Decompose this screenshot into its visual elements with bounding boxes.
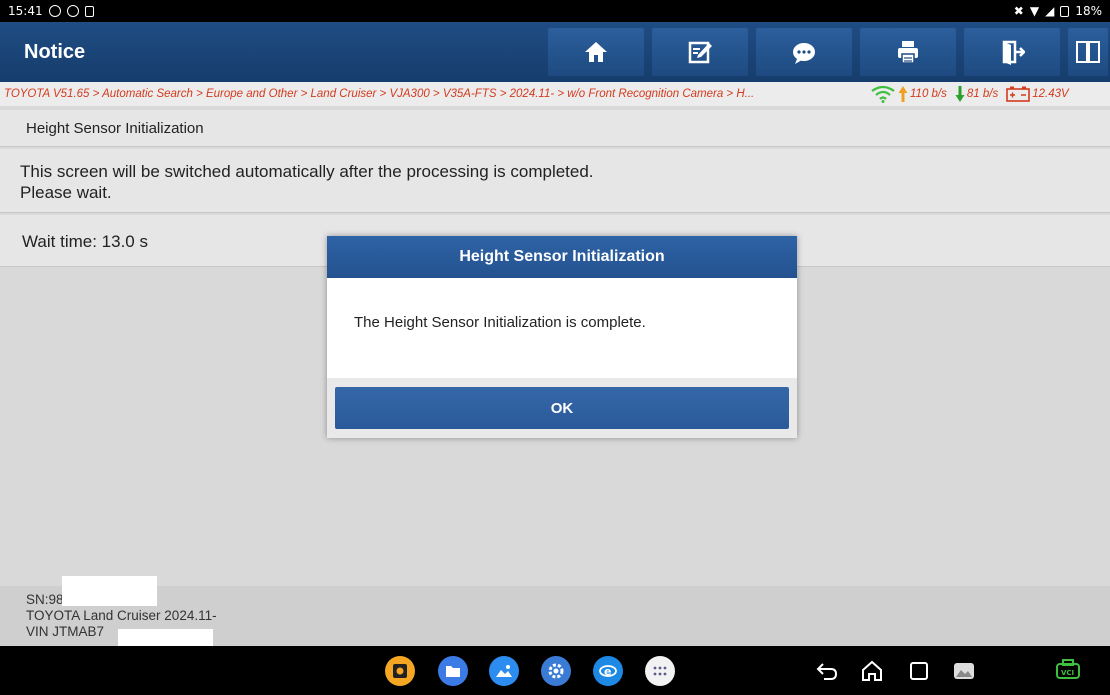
app-grid-icon xyxy=(653,666,667,676)
wifi-icon: ▼ xyxy=(1029,4,1040,18)
signal-icon: ◢ xyxy=(1045,4,1055,18)
home-nav-button[interactable] xyxy=(859,658,885,684)
mute-icon: ✖ xyxy=(1013,4,1024,18)
wifi-icon xyxy=(871,85,895,103)
system-status-bar: 15:41 ✖ ▼ ◢ 18% xyxy=(0,0,1110,22)
dialog-footer: OK xyxy=(327,378,797,438)
screenshot-icon xyxy=(954,663,974,679)
download-rate: 81 b/s xyxy=(966,88,999,100)
battery-icon xyxy=(1060,5,1070,17)
battery-voltage-icon xyxy=(1006,86,1031,102)
edit-button[interactable] xyxy=(652,28,748,76)
launcher-app-icon[interactable] xyxy=(385,656,415,686)
home-icon xyxy=(585,42,607,62)
settings-status-icon xyxy=(66,5,79,17)
gallery-app-icon[interactable] xyxy=(489,656,519,686)
screenshot-button[interactable] xyxy=(951,658,977,684)
back-button[interactable] xyxy=(814,658,840,684)
browser-app-icon[interactable]: e xyxy=(593,656,623,686)
page-title: Notice xyxy=(24,40,86,63)
app-header: Notice xyxy=(0,22,1110,82)
split-view-button[interactable] xyxy=(1068,28,1108,76)
gear-icon xyxy=(548,663,564,679)
recents-button[interactable] xyxy=(906,658,932,684)
vci-button[interactable]: VCI xyxy=(1055,658,1081,684)
message-line-2: Please wait. xyxy=(20,183,112,202)
folder-icon xyxy=(446,666,460,677)
exit-button[interactable] xyxy=(964,28,1060,76)
exit-icon xyxy=(1002,40,1025,65)
battery-level: 18% xyxy=(1075,4,1102,18)
image-icon xyxy=(496,665,512,677)
files-app-icon[interactable] xyxy=(438,656,468,686)
sim-icon xyxy=(84,5,94,17)
edit-icon xyxy=(688,41,712,64)
ok-button[interactable]: OK xyxy=(335,387,789,429)
split-icon xyxy=(1076,41,1100,63)
notification-icon xyxy=(48,5,61,17)
breadcrumb-path: TOYOTA V51.65 > Automatic Search > Europ… xyxy=(4,88,755,100)
print-icon xyxy=(898,41,918,64)
back-icon xyxy=(816,663,838,680)
vehicle-model: TOYOTA Land Cruiser 2024.11- xyxy=(26,608,217,623)
section-title: Height Sensor Initialization xyxy=(0,110,1110,147)
print-button[interactable] xyxy=(860,28,956,76)
system-nav-bar: e VCI xyxy=(0,646,1110,695)
clock: 15:41 xyxy=(8,4,43,18)
download-arrow-icon xyxy=(955,86,965,102)
upload-arrow-icon xyxy=(898,86,908,102)
camera-app-icon xyxy=(393,664,407,678)
settings-app-icon[interactable] xyxy=(541,656,571,686)
svg-text:e: e xyxy=(604,665,611,678)
serial-number: SN:98 xyxy=(26,592,64,607)
breadcrumb: TOYOTA V51.65 > Automatic Search > Europ… xyxy=(0,82,1110,106)
redaction-box xyxy=(62,576,157,606)
globe-icon: e xyxy=(599,665,617,678)
voltage: 12.43V xyxy=(1032,88,1069,100)
home-button[interactable] xyxy=(548,28,644,76)
completion-dialog: Height Sensor Initialization The Height … xyxy=(327,236,797,438)
app-drawer-button[interactable] xyxy=(645,656,675,686)
dialog-message: The Height Sensor Initialization is comp… xyxy=(354,314,646,331)
chat-icon xyxy=(793,43,815,64)
home-outline-icon xyxy=(862,660,882,681)
dialog-title: Height Sensor Initialization xyxy=(327,236,797,278)
upload-rate: 110 b/s xyxy=(910,88,947,100)
chat-button[interactable] xyxy=(756,28,852,76)
svg-text:VCI: VCI xyxy=(1061,669,1074,677)
message-line-1: This screen will be switched automatical… xyxy=(20,162,594,181)
connection-stats: 110 b/s 81 b/s 12.43V xyxy=(870,85,1075,103)
recents-icon xyxy=(910,662,928,680)
processing-message: This screen will be switched automatical… xyxy=(0,149,1110,213)
vci-icon: VCI xyxy=(1056,659,1080,679)
